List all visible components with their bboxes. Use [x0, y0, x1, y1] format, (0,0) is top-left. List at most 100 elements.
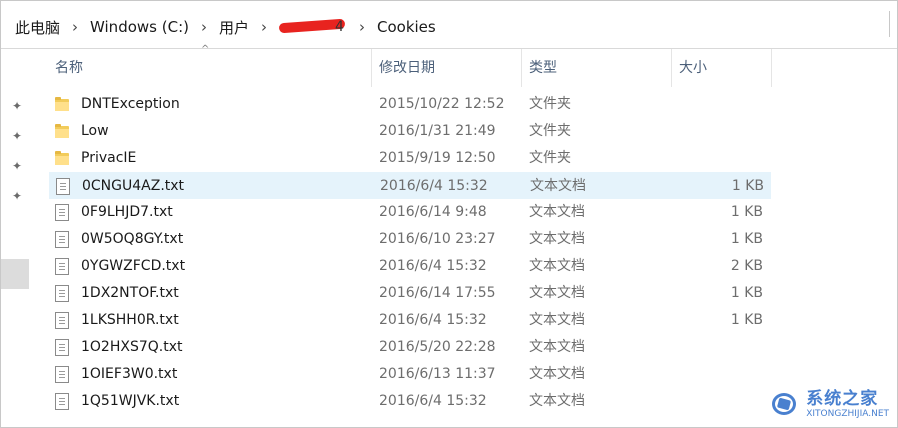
file-modified-date: 2016/6/4 15:32	[379, 258, 487, 274]
text-file-icon	[55, 366, 69, 383]
breadcrumb-this-pc[interactable]: 此电脑	[15, 17, 60, 38]
file-modified-date: 2016/5/20 22:28	[379, 339, 496, 355]
watermark-url: XITONGZHIJIA.NET	[806, 408, 889, 419]
navigation-pane: ✦ ✦ ✦ ✦	[1, 49, 29, 427]
file-type: 文本文档	[529, 258, 585, 274]
breadcrumb: 此电脑 › Windows (C:) › 用户 › 4 › Cookies	[15, 16, 436, 38]
column-header-type[interactable]: 类型	[523, 49, 671, 87]
username-suffix: 4	[335, 19, 344, 35]
column-divider[interactable]	[671, 49, 672, 87]
chevron-right-icon[interactable]: ›	[72, 18, 78, 36]
text-file-icon	[55, 204, 69, 221]
chevron-right-icon[interactable]: ›	[201, 18, 207, 36]
file-size	[673, 334, 763, 361]
file-name: Low	[81, 123, 109, 139]
address-bar-edge	[889, 11, 893, 37]
address-bar[interactable]: 此电脑 › Windows (C:) › 用户 › 4 › Cookies	[1, 1, 897, 49]
file-name: 0F9LHJD7.txt	[81, 204, 173, 220]
file-type: 文本文档	[529, 285, 585, 301]
column-divider[interactable]	[521, 49, 522, 87]
file-modified-date: 2015/10/22 12:52	[379, 96, 505, 112]
file-row[interactable]: 0CNGU4AZ.txt 2016/6/4 15:32 文本文档 1 KB	[49, 172, 771, 199]
text-file-icon	[55, 285, 69, 302]
file-modified-date: 2016/6/4 15:32	[379, 312, 487, 328]
file-explorer-window: 此电脑 › Windows (C:) › 用户 › 4 › Cookies ✦ …	[0, 0, 898, 428]
file-size	[673, 361, 763, 388]
column-header: ^ 名称 修改日期 类型 大小	[49, 45, 789, 87]
file-size: 1 KB	[731, 178, 764, 194]
watermark-logo-icon	[770, 389, 800, 419]
file-row[interactable]: Low 2016/1/31 21:49 文件夹	[49, 118, 771, 145]
file-name: 1LKSHH0R.txt	[81, 312, 179, 328]
breadcrumb-drive-c[interactable]: Windows (C:)	[90, 18, 189, 36]
column-header-modified[interactable]: 修改日期	[373, 49, 521, 87]
file-modified-date: 2016/6/13 11:37	[379, 366, 496, 382]
file-name: PrivacIE	[81, 150, 137, 166]
file-size	[673, 145, 763, 172]
breadcrumb-redacted-username[interactable]: 4	[278, 18, 347, 35]
chevron-right-icon[interactable]: ›	[261, 18, 267, 36]
file-size: 1 KB	[730, 231, 763, 247]
folder-icon	[55, 97, 69, 111]
file-type: 文本文档	[530, 178, 586, 194]
watermark-title: 系统之家	[806, 388, 879, 409]
file-row[interactable]: 1OIEF3W0.txt 2016/6/13 11:37 文本文档	[49, 361, 771, 388]
file-type: 文本文档	[529, 231, 585, 247]
pin-icon[interactable]: ✦	[10, 99, 24, 113]
folder-icon	[55, 124, 69, 138]
breadcrumb-users[interactable]: 用户	[219, 17, 249, 38]
breadcrumb-cookies[interactable]: Cookies	[377, 18, 436, 36]
file-size	[673, 91, 763, 118]
file-type: 文本文档	[529, 339, 585, 355]
file-name: 1Q51WJVK.txt	[81, 393, 180, 409]
pin-icon[interactable]: ✦	[10, 129, 24, 143]
column-divider[interactable]	[371, 49, 372, 87]
pin-icon[interactable]: ✦	[10, 159, 24, 173]
file-modified-date: 2016/6/4 15:32	[380, 178, 488, 194]
file-type: 文件夹	[529, 123, 571, 139]
text-file-icon	[55, 231, 69, 248]
text-file-icon	[55, 339, 69, 356]
file-name: 1OIEF3W0.txt	[81, 366, 178, 382]
folder-icon	[55, 151, 69, 165]
file-name: 0CNGU4AZ.txt	[82, 178, 185, 194]
text-file-icon	[56, 178, 70, 195]
file-size: 2 KB	[730, 258, 763, 274]
file-size	[673, 118, 763, 145]
chevron-right-icon[interactable]: ›	[359, 18, 365, 36]
file-row[interactable]: 0F9LHJD7.txt 2016/6/14 9:48 文本文档 1 KB	[49, 199, 771, 226]
navigation-selected-item[interactable]	[1, 259, 29, 289]
pin-icon[interactable]: ✦	[10, 189, 24, 203]
file-type: 文本文档	[529, 312, 585, 328]
column-header-name[interactable]: 名称	[49, 49, 371, 87]
text-file-icon	[55, 258, 69, 275]
file-row[interactable]: 1O2HXS7Q.txt 2016/5/20 22:28 文本文档	[49, 334, 771, 361]
file-row[interactable]: 1DX2NTOF.txt 2016/6/14 17:55 文本文档 1 KB	[49, 280, 771, 307]
file-modified-date: 2016/1/31 21:49	[379, 123, 496, 139]
file-row[interactable]: 0W5OQ8GY.txt 2016/6/10 23:27 文本文档 1 KB	[49, 226, 771, 253]
file-size: 1 KB	[730, 312, 763, 328]
file-modified-date: 2015/9/19 12:50	[379, 150, 496, 166]
column-divider[interactable]	[771, 49, 772, 87]
column-header-size[interactable]: 大小	[673, 49, 769, 87]
file-name: 0W5OQ8GY.txt	[81, 231, 184, 247]
file-modified-date: 2016/6/14 17:55	[379, 285, 496, 301]
file-row[interactable]: 1LKSHH0R.txt 2016/6/4 15:32 文本文档 1 KB	[49, 307, 771, 334]
file-type: 文件夹	[529, 150, 571, 166]
file-row[interactable]: 0YGWZFCD.txt 2016/6/4 15:32 文本文档 2 KB	[49, 253, 771, 280]
file-type: 文本文档	[529, 393, 585, 409]
file-size: 1 KB	[730, 204, 763, 220]
watermark: 系统之家 XITONGZHIJIA.NET	[770, 389, 889, 419]
file-size: 1 KB	[730, 285, 763, 301]
file-row[interactable]: PrivacIE 2015/9/19 12:50 文件夹	[49, 145, 771, 172]
file-type: 文件夹	[529, 96, 571, 112]
file-type: 文本文档	[529, 366, 585, 382]
file-size	[673, 388, 763, 415]
file-name: DNTException	[81, 96, 180, 112]
text-file-icon	[55, 312, 69, 329]
file-row[interactable]: 1Q51WJVK.txt 2016/6/4 15:32 文本文档	[49, 388, 771, 415]
file-name: 1DX2NTOF.txt	[81, 285, 179, 301]
file-row[interactable]: DNTException 2015/10/22 12:52 文件夹	[49, 91, 771, 118]
file-modified-date: 2016/6/10 23:27	[379, 231, 496, 247]
file-modified-date: 2016/6/14 9:48	[379, 204, 487, 220]
